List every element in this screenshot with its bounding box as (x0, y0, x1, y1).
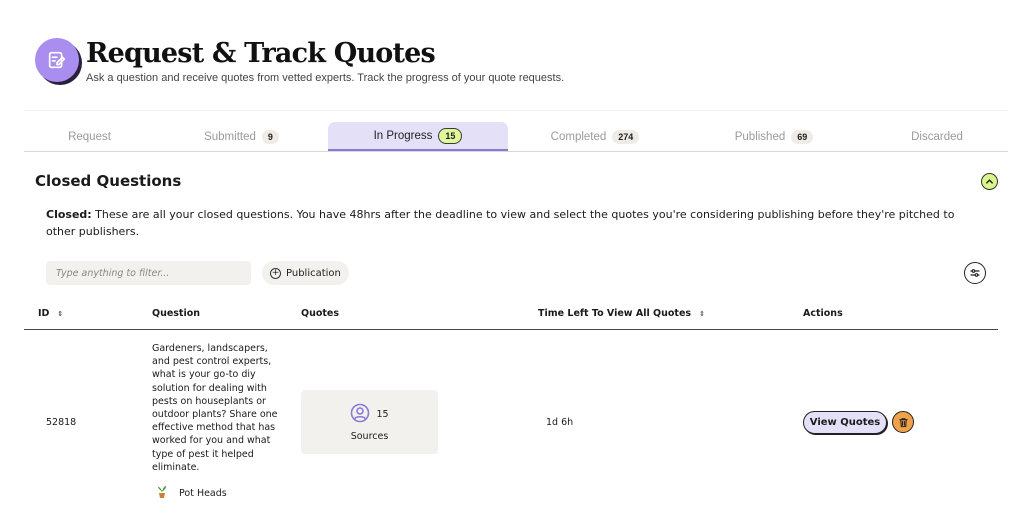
col-actions: Actions (803, 308, 843, 319)
page-subtitle: Ask a question and receive quotes from v… (86, 72, 565, 84)
count-badge: 15 (438, 127, 463, 144)
tab-request[interactable]: Request (24, 122, 155, 151)
count-badge: 274 (612, 129, 640, 144)
sort-icon[interactable]: ⇕ (699, 310, 705, 318)
section-description: Closed: These are all your closed questi… (46, 206, 976, 240)
tab-discarded[interactable]: Discarded (866, 122, 1008, 151)
col-id: ID ⇕ (38, 308, 63, 319)
quotes-count: 15 (376, 409, 389, 420)
desc-text: These are all your closed questions. You… (46, 208, 955, 238)
col-question: Question (152, 308, 201, 319)
tab-label: Submitted (204, 130, 256, 143)
tab-submitted[interactable]: Submitted 9 (155, 122, 328, 151)
chevron-up-icon[interactable] (981, 173, 998, 190)
sliders-icon[interactable] (964, 262, 986, 284)
col-time-left: Time Left To View All Quotes ⇕ (538, 308, 705, 319)
page-title: Request & Track Quotes (86, 38, 436, 69)
quotes-label: Sources (350, 430, 389, 442)
publication-tag: Pot Heads (157, 485, 227, 502)
table-header: ID ⇕ Question Quotes Time Left To View A… (24, 300, 998, 330)
quotes-sources-card[interactable]: 15 Sources (301, 390, 438, 454)
divider (24, 110, 1008, 111)
col-quotes: Quotes (301, 308, 340, 319)
col-time-left-label: Time Left To View All Quotes (538, 308, 692, 319)
desc-bold: Closed: (46, 208, 92, 221)
count-badge: 69 (791, 129, 814, 144)
row-id: 52818 (46, 417, 77, 428)
tab-completed[interactable]: Completed 274 (508, 122, 682, 151)
tab-label: Completed (550, 130, 607, 143)
tab-published[interactable]: Published 69 (682, 122, 866, 151)
count-badge: 9 (261, 129, 279, 144)
publication-filter-button[interactable]: + Publication (262, 261, 349, 285)
sort-icon[interactable]: ⇕ (57, 310, 63, 318)
trash-icon[interactable] (892, 411, 914, 433)
tab-label: Published (734, 130, 786, 143)
tab-label: Discarded (911, 130, 963, 143)
publication-name: Pot Heads (179, 488, 227, 499)
tab-label: Request (68, 130, 111, 143)
page-header: Request & Track Quotes Ask a question an… (35, 38, 564, 84)
col-id-label: ID (38, 308, 50, 319)
publication-label: Publication (286, 267, 341, 279)
plant-pot-icon (157, 485, 167, 502)
row-question: Gardeners, landscapers, and pest control… (152, 343, 278, 473)
edit-note-icon (35, 38, 79, 82)
filter-input[interactable] (46, 261, 251, 285)
section-title: Closed Questions (35, 172, 182, 190)
tab-label: In Progress (373, 129, 433, 142)
view-quotes-button[interactable]: View Quotes (803, 411, 887, 434)
tab-in-progress[interactable]: In Progress 15 (328, 122, 508, 151)
plus-circle-icon: + (270, 267, 281, 279)
status-tabs: Request Submitted 9 In Progress 15 Compl… (24, 122, 1008, 152)
row-time-left: 1d 6h (546, 417, 574, 428)
user-circle-icon (350, 403, 370, 427)
